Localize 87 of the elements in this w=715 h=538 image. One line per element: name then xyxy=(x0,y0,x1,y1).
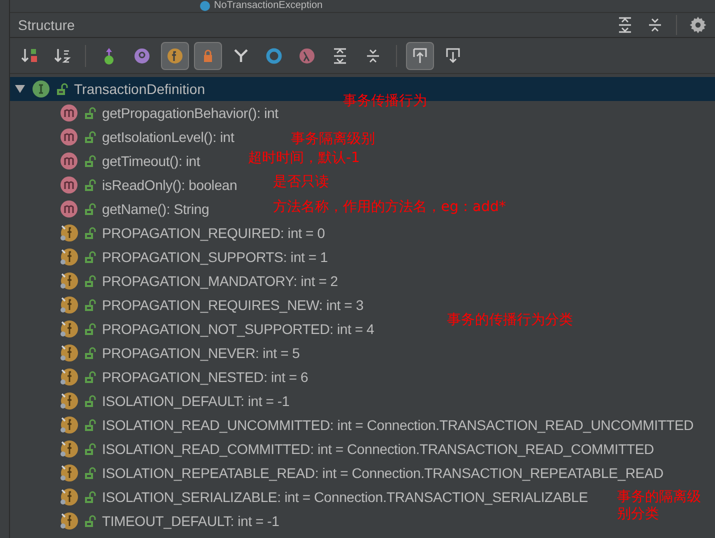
settings-icon xyxy=(689,16,707,34)
field-icon xyxy=(166,46,184,64)
toolbar-button[interactable] xyxy=(406,42,434,70)
field-icon xyxy=(60,512,78,530)
lambda-icon xyxy=(298,46,316,64)
method-icon xyxy=(60,128,78,146)
tree-item[interactable]: PROPAGATION_SUPPORTS: int = 1 xyxy=(102,246,328,268)
tree-item[interactable]: getTimeout(): int xyxy=(102,150,200,172)
tree-label: TransactionDefinition xyxy=(74,80,205,98)
tree-item[interactable]: PROPAGATION_REQUIRES_NEW: int = 3 xyxy=(102,294,364,316)
tree-item[interactable]: PROPAGATION_NEVER: int = 5 xyxy=(102,342,300,364)
interface-icon xyxy=(32,80,50,98)
field-icon xyxy=(60,488,78,506)
field-icon xyxy=(60,368,78,386)
autoscroll-from-source-icon xyxy=(444,46,462,64)
tree-item[interactable]: getPropagationBehavior(): int xyxy=(102,102,278,124)
tree-item[interactable]: TIMEOUT_DEFAULT: int = -1 xyxy=(102,510,280,532)
tree-item[interactable]: ISOLATION_READ_COMMITTED: int = Connection.TRANSACTION_READ_COMMITTED xyxy=(102,438,654,460)
hierarchy-icon xyxy=(232,46,250,64)
unlocked-icon xyxy=(84,299,96,311)
field-icon xyxy=(60,224,78,242)
unlocked-icon xyxy=(84,155,96,167)
expand-all-icon xyxy=(616,16,634,34)
unlocked-icon xyxy=(84,107,96,119)
toolbar-button[interactable] xyxy=(194,42,222,70)
autoscroll-to-source-icon xyxy=(411,46,429,64)
annotation-text: 超时时间，默认-1 xyxy=(248,150,360,167)
annotation-text: 方法名称，作用的方法名，eg：add* xyxy=(273,199,506,216)
tree-item[interactable]: ISOLATION_READ_UNCOMMITTED: int = Connection.TRANSACTION_READ_UNCOMMITTED xyxy=(102,414,694,436)
unlocked-icon xyxy=(84,467,96,479)
annotation-text: 事务的传播行为分类 xyxy=(447,312,573,329)
tree-item[interactable]: ISOLATION_REPEATABLE_READ: int = Connection.TRANSACTION_REPEATABLE_READ xyxy=(102,462,664,484)
tree-item[interactable]: ISOLATION_DEFAULT: int = -1 xyxy=(102,390,290,412)
unlocked-icon xyxy=(84,179,96,191)
unlocked-icon xyxy=(84,227,96,239)
unlocked-icon xyxy=(84,323,96,335)
collapse-all-button[interactable] xyxy=(646,16,664,34)
annotation-text: 是否只读 xyxy=(273,174,329,191)
annotation-text: 事务隔离级别 xyxy=(291,131,375,148)
tree-item[interactable]: getName(): String xyxy=(102,198,210,220)
field-icon xyxy=(60,416,78,434)
sort-icon xyxy=(20,46,38,64)
toolbar-button[interactable] xyxy=(161,42,189,70)
unlocked-icon xyxy=(84,371,96,383)
unlocked-icon xyxy=(84,419,96,431)
collapse-all-icon xyxy=(646,16,664,34)
field-icon xyxy=(60,392,78,410)
expand-all-icon xyxy=(331,46,349,64)
method-icon xyxy=(60,152,78,170)
field-icon xyxy=(60,464,78,482)
expanded-arrow-icon[interactable] xyxy=(14,83,26,95)
unlocked-icon xyxy=(84,251,96,263)
field-icon xyxy=(60,344,78,362)
method-icon xyxy=(60,176,78,194)
tree-item[interactable]: PROPAGATION_NESTED: int = 6 xyxy=(102,366,308,388)
editor-tab-title: NoTransactionException xyxy=(214,0,323,12)
method-icon xyxy=(60,104,78,122)
panel-title: Structure xyxy=(18,16,75,34)
tree-item[interactable]: PROPAGATION_MANDATORY: int = 2 xyxy=(102,270,338,292)
unlocked-icon xyxy=(84,491,96,503)
field-icon xyxy=(60,272,78,290)
unlocked-icon xyxy=(56,83,68,95)
unlocked-icon xyxy=(84,275,96,287)
field-icon xyxy=(60,248,78,266)
tree-item[interactable]: PROPAGATION_REQUIRED: int = 0 xyxy=(102,222,325,244)
annotation-text: 事务的隔离级别分类 xyxy=(617,489,702,523)
ring-icon xyxy=(265,46,283,64)
field-icon xyxy=(60,320,78,338)
field-icon xyxy=(60,440,78,458)
unlocked-icon xyxy=(84,131,96,143)
tree-item[interactable]: isReadOnly(): boolean xyxy=(102,174,238,196)
method-icon xyxy=(60,200,78,218)
unlocked-icon xyxy=(84,203,96,215)
sort-alphabetical-icon xyxy=(53,46,71,64)
expand-all-button[interactable] xyxy=(616,16,634,34)
field-icon xyxy=(60,296,78,314)
tree-item[interactable]: getIsolationLevel(): int xyxy=(102,126,234,148)
settings-button[interactable] xyxy=(689,16,707,34)
unlocked-icon xyxy=(84,395,96,407)
class-icon xyxy=(200,1,210,11)
property-icon xyxy=(133,46,151,64)
tree-item[interactable]: PROPAGATION_NOT_SUPPORTED: int = 4 xyxy=(102,318,374,340)
unlocked-icon xyxy=(84,515,96,527)
unlocked-icon xyxy=(84,347,96,359)
tree-item[interactable]: ISOLATION_SERIALIZABLE: int = Connection.TRANSACTION_SERIALIZABLE xyxy=(102,486,588,508)
collapse-all-icon xyxy=(364,46,382,64)
unlocked-icon xyxy=(84,443,96,455)
